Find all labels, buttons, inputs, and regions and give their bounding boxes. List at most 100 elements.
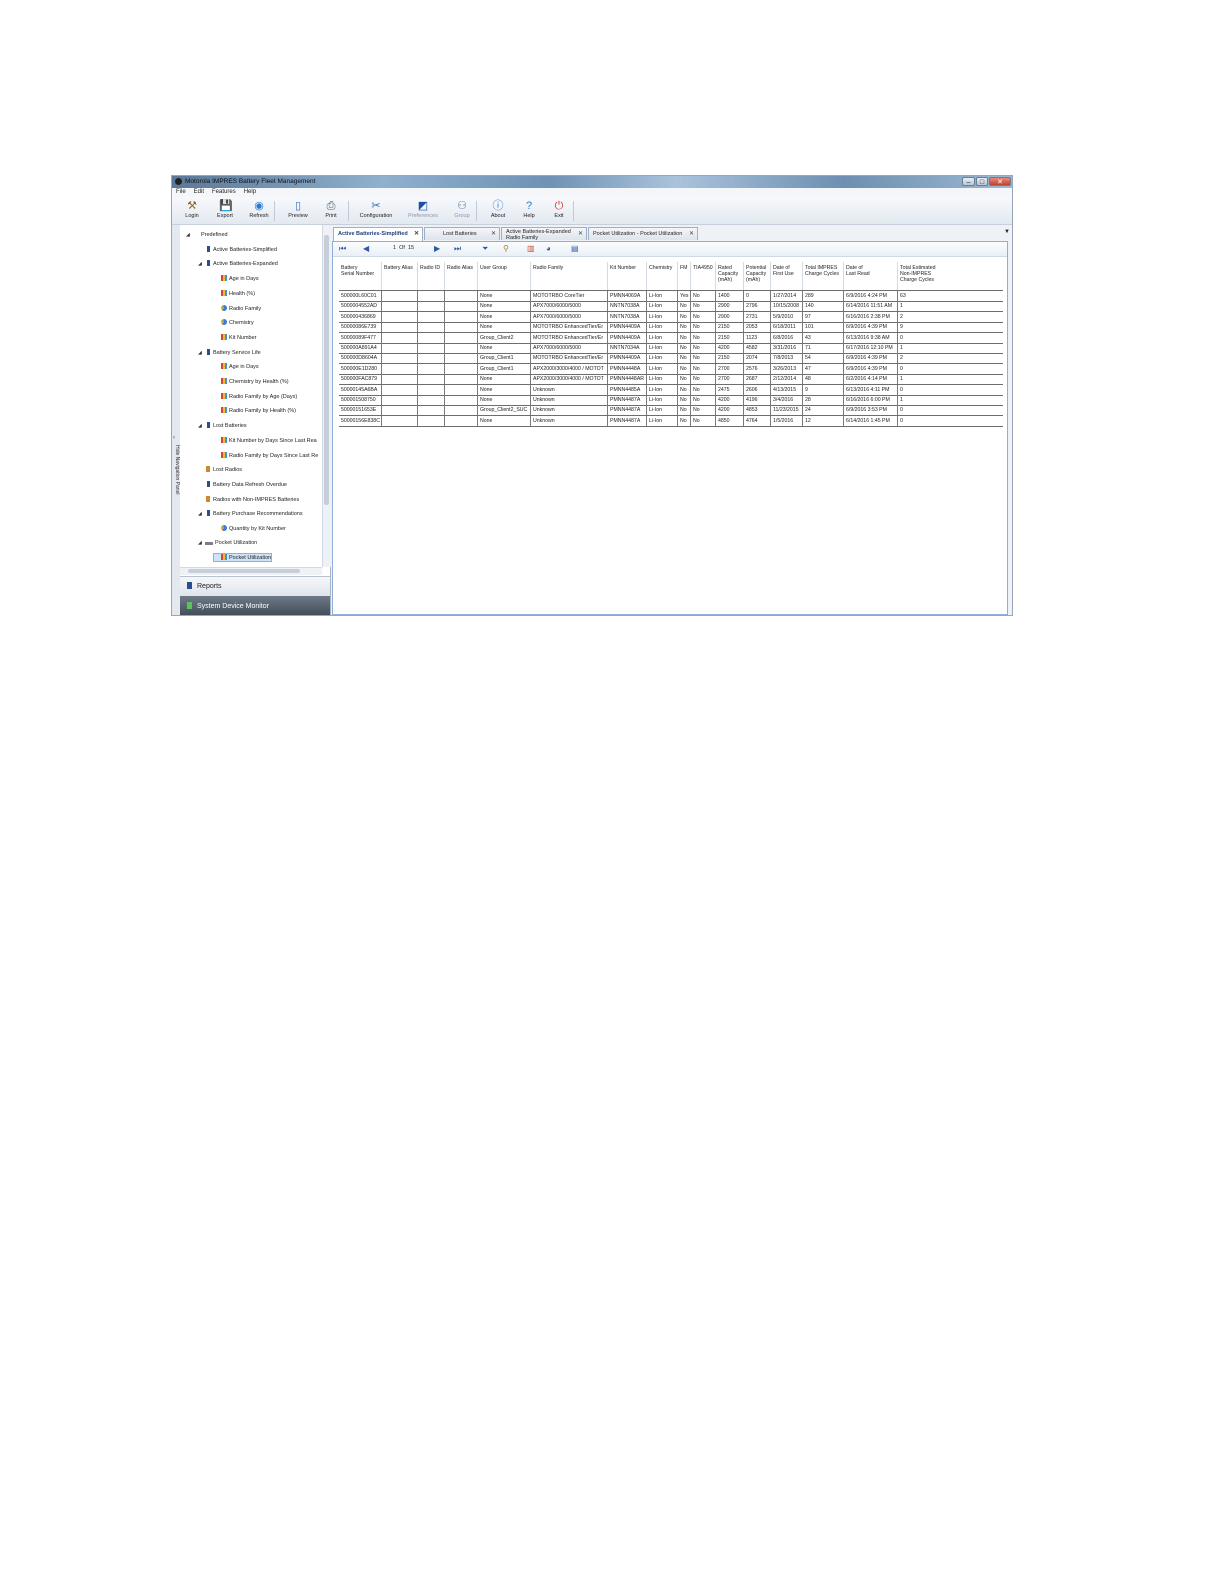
- tree-item[interactable]: ◢ Active Batteries-Expanded: [198, 260, 278, 267]
- table-row[interactable]: 500000FAC879 None APX2000/3000/4000 / MOTO…: [339, 374, 1003, 386]
- table-row[interactable]: 5000004552AD None APX7000/6000/5000 NNTN703…: [339, 301, 1003, 313]
- expand-arrow-icon[interactable]: ◢: [186, 232, 193, 238]
- configuration-button[interactable]: ✂ Configuration: [356, 200, 396, 219]
- table-row[interactable]: 50000156E838C None Unknown PMNN4487A Li-Ion N…: [339, 415, 1003, 427]
- export-button[interactable]: 💾 Export: [209, 200, 241, 219]
- tree-item[interactable]: Battery Data Refresh Overdue: [198, 480, 287, 488]
- exit-button[interactable]: ⏻ Exit: [543, 200, 575, 219]
- tree-item[interactable]: ◢ Lost Batteries: [198, 422, 247, 429]
- maximize-button[interactable]: □: [976, 177, 988, 186]
- tree-item[interactable]: Chemistry: [214, 319, 254, 326]
- expand-arrow-icon[interactable]: ◢: [198, 350, 205, 356]
- tab-active-batteries-expanded-radio-family[interactable]: Active Batteries-Expanded Radio Family ✕: [501, 227, 587, 241]
- previous-page-icon[interactable]: ◀: [363, 244, 369, 253]
- column-header[interactable]: Date of First Use: [770, 262, 802, 290]
- column-header[interactable]: Radio ID: [417, 262, 444, 290]
- column-header[interactable]: Rated Capacity (mAh): [715, 262, 743, 290]
- tree-item[interactable]: Active Batteries-Simplified: [198, 245, 277, 253]
- tree-item[interactable]: Age in Days: [214, 363, 259, 370]
- scroll-thumb[interactable]: [324, 235, 329, 505]
- print-button[interactable]: ⎙ Print: [315, 200, 347, 219]
- refresh-button[interactable]: ◉ Refresh: [243, 200, 275, 219]
- tree-item[interactable]: Lost Radios: [198, 466, 242, 473]
- table-row[interactable]: 500000E1D280 Group_Client1 APX2000/3000/40…: [339, 363, 1003, 375]
- column-header[interactable]: Date of Last Read: [843, 262, 897, 290]
- table-row[interactable]: 50000086E739 None MOTOTRBO EnhancedTier/Er…: [339, 322, 1003, 334]
- collapse-chevron-icon[interactable]: ‹: [173, 435, 179, 441]
- tree-item[interactable]: Radio Family by Days Since Last Re: [214, 451, 318, 459]
- close-tab-icon[interactable]: ✕: [414, 228, 419, 240]
- system-device-monitor-pane-button[interactable]: System Device Monitor: [180, 596, 330, 615]
- menu-features[interactable]: Features: [208, 188, 240, 197]
- tree-item[interactable]: Kit Number: [214, 333, 257, 341]
- tab-pocket-utilization[interactable]: Pocket Utilization - Pocket Utilization …: [588, 227, 698, 240]
- table-row[interactable]: 500000436869 None APX7000/6000/5000 NNTN703…: [339, 311, 1003, 323]
- login-button[interactable]: ⚒ Login: [176, 200, 208, 219]
- column-header[interactable]: Kit Number: [607, 262, 646, 290]
- column-header[interactable]: Total Estimated Non-IMPRES Charge Cycles: [897, 262, 943, 290]
- close-button[interactable]: ✕: [989, 177, 1011, 186]
- current-page-input[interactable]: 1: [393, 245, 396, 251]
- tree-item[interactable]: ◢ Battery Service Life: [198, 348, 261, 356]
- column-header[interactable]: Radio Family: [530, 262, 607, 290]
- column-header[interactable]: Total IMPRES Charge Cycles: [802, 262, 843, 290]
- table-row[interactable]: 500001508750 None Unknown PMNN4487A Li-Ion No…: [339, 395, 1003, 406]
- tree-item[interactable]: Radio Family: [214, 304, 261, 312]
- search-icon[interactable]: ⚲: [503, 244, 509, 253]
- tab-lost-batteries[interactable]: Lost Batteries ✕: [424, 227, 500, 240]
- table-row[interactable]: 50000145A6BA None Unknown PMNN4485A Li-Ion No…: [339, 384, 1003, 396]
- column-header[interactable]: Battery Serial Number: [339, 262, 381, 290]
- filter-icon[interactable]: ⏷: [482, 244, 488, 253]
- minimize-button[interactable]: –: [962, 177, 975, 186]
- expand-arrow-icon[interactable]: ◢: [198, 261, 205, 267]
- expand-arrow-icon[interactable]: ◢: [198, 540, 205, 546]
- scroll-thumb[interactable]: [188, 569, 300, 573]
- column-header[interactable]: User Group: [477, 262, 530, 290]
- tree-item[interactable]: Kit Number by Days Since Last Rea: [214, 436, 317, 444]
- tree-vertical-scrollbar[interactable]: [322, 225, 331, 567]
- help-button[interactable]: ? Help: [513, 200, 545, 219]
- reports-pane-button[interactable]: Reports: [180, 576, 330, 596]
- tree-item[interactable]: Quantity by Kit Number: [214, 525, 286, 532]
- menu-help[interactable]: Help: [240, 188, 260, 197]
- tree-item[interactable]: Pocket Utilization: [212, 553, 273, 563]
- tab-active-batteries-simplified[interactable]: Active Batteries-Simplified ✕: [333, 227, 423, 241]
- tree-item[interactable]: Chemistry by Health (%): [214, 378, 289, 385]
- preview-button[interactable]: ▯ Preview: [282, 200, 314, 219]
- expand-arrow-icon[interactable]: ◢: [198, 511, 205, 517]
- expand-arrow-icon[interactable]: ◢: [198, 423, 205, 429]
- column-header[interactable]: Chemistry: [646, 262, 677, 290]
- last-page-icon[interactable]: ⏭: [454, 244, 461, 253]
- table-row[interactable]: 50000089F477 Group_Client2 MOTOTRBO Enhanc…: [339, 332, 1003, 344]
- bar-chart-icon[interactable]: ▥: [527, 244, 535, 253]
- table-row[interactable]: 500000A891A4 None APX7000/6000/5000 NNTN703…: [339, 343, 1003, 354]
- table-row[interactable]: 50000151653E Group_Client2_SUC Unknown PMNN…: [339, 405, 1003, 417]
- column-header[interactable]: FM: [677, 262, 690, 290]
- tree-item[interactable]: ◢ Predefined: [186, 231, 228, 238]
- tree-item[interactable]: ◢ Battery Purchase Recommendations: [198, 510, 303, 517]
- tree-horizontal-scrollbar[interactable]: [180, 567, 322, 575]
- close-tab-icon[interactable]: ✕: [578, 228, 583, 240]
- column-header[interactable]: Battery Alias: [381, 262, 417, 290]
- export-report-icon[interactable]: ▤: [571, 244, 579, 253]
- table-row[interactable]: 500000D8604A Group_Client1 MOTOTRBO Enhanc…: [339, 353, 1003, 365]
- menu-file[interactable]: File: [172, 188, 190, 197]
- tree-item[interactable]: Health (%): [214, 289, 255, 297]
- next-page-icon[interactable]: ▶: [434, 244, 440, 253]
- table-row[interactable]: 500000L60C01 None MOTOTRBO CoreTier PMNN406…: [339, 291, 1003, 302]
- pie-chart-icon[interactable]: ◕: [546, 244, 551, 253]
- column-header[interactable]: Radio Alias: [444, 262, 477, 290]
- tab-list-dropdown-icon[interactable]: ▼: [1004, 229, 1010, 235]
- tree-item[interactable]: ◢ Pocket Utilization: [198, 540, 257, 546]
- first-page-icon[interactable]: ⏮: [339, 244, 346, 253]
- tree-item[interactable]: Radio Family by Age (Days): [214, 392, 297, 400]
- preferences-button[interactable]: ◩ Preferences: [407, 200, 439, 219]
- close-tab-icon[interactable]: ✕: [491, 228, 496, 240]
- title-bar[interactable]: Motorola IMPRES Battery Fleet Management…: [172, 176, 1012, 188]
- column-header[interactable]: Potential Capacity (mAh): [743, 262, 770, 290]
- close-tab-icon[interactable]: ✕: [689, 228, 694, 240]
- menu-edit[interactable]: Edit: [190, 188, 208, 197]
- column-header[interactable]: TIA4950: [690, 262, 715, 290]
- about-button[interactable]: ⓘ About: [482, 200, 514, 219]
- tree-item[interactable]: Radio Family by Health (%): [214, 407, 296, 414]
